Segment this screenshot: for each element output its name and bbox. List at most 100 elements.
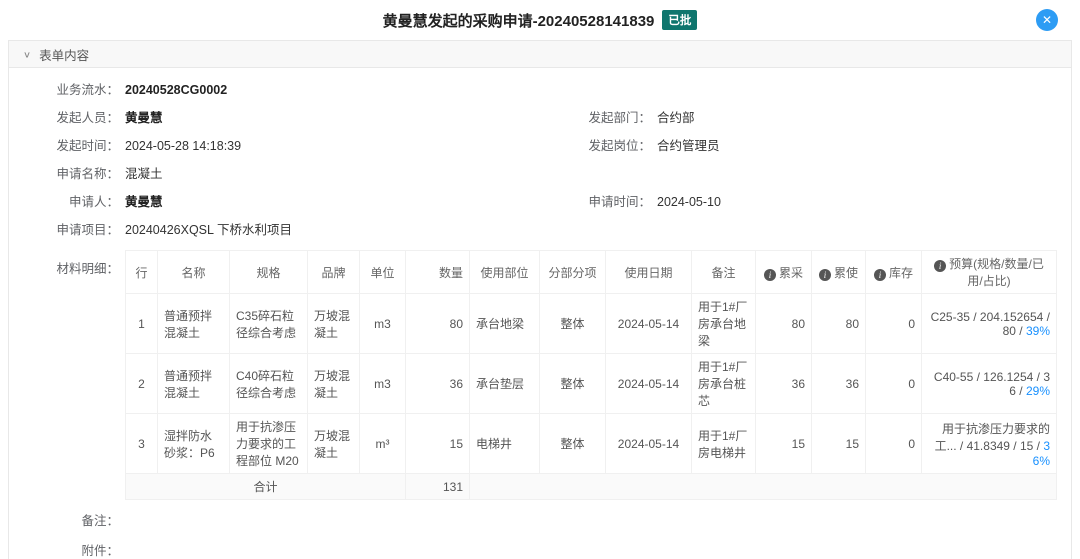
form-body: 业务流水： 20240528CG0002 发起人员： 黄曼慧 发起部门： 合约部… — [9, 68, 1071, 559]
info-icon: i — [873, 268, 886, 281]
cell-spec: C40碎石粒径综合考虑 — [229, 353, 308, 414]
field-value-init-time: 2024-05-28 14:18:39 — [125, 139, 242, 153]
field-apply-time: 申请时间： 2024-05-10 — [546, 194, 1071, 210]
cell-remark: 用于1#厂房承台桩芯 — [691, 353, 756, 414]
field-value-applicant: 黄曼慧 — [125, 195, 163, 209]
info-icon: i — [818, 268, 831, 281]
materials-table: 行 名称 规格 品牌 单位 数量 使用部位 分部分项 使用日期 备注 i 累采 i… — [125, 250, 1057, 500]
cell-name: 湿拌防水砂浆：P6 — [157, 413, 230, 474]
cell-use-part: 承台地梁 — [469, 293, 540, 354]
field-label-project: 申请项目： — [56, 223, 119, 237]
cell-cum-purchased: 15 — [755, 413, 812, 474]
col-budget: i 预算(规格/数量/已用/占比) — [921, 250, 1057, 294]
total-qty: 131 — [405, 473, 470, 500]
cell-use-date: 2024-05-14 — [605, 293, 692, 354]
form-panel: ∨ 表单内容 业务流水： 20240528CG0002 发起人员： 黄曼慧 发起… — [8, 40, 1072, 559]
field-initiator: 发起人员： 黄曼慧 — [9, 110, 546, 126]
budget-percent: 39% — [1025, 323, 1050, 338]
field-label-apply-time: 申请时间： — [588, 195, 651, 209]
material-row: 3 湿拌防水砂浆：P6 用于抗渗压力要求的工程部位 M20 万坡混凝土 m³ 1… — [125, 413, 1057, 474]
col-use-part: 使用部位 — [469, 250, 540, 294]
col-name: 名称 — [157, 250, 230, 294]
field-value-initiator: 黄曼慧 — [125, 111, 163, 125]
cell-cum-used: 80 — [811, 293, 866, 354]
info-icon: i — [763, 268, 776, 281]
col-use-date: 使用日期 — [605, 250, 692, 294]
field-init-time: 发起时间： 2024-05-28 14:18:39 — [9, 138, 546, 154]
cell-brand: 万坡混凝土 — [307, 293, 360, 354]
materials-total-row: 合计 131 — [125, 473, 1057, 500]
cell-name: 普通预拌混凝土 — [157, 293, 230, 354]
cell-use-date: 2024-05-14 — [605, 413, 692, 474]
remark-label: 备注： — [81, 514, 119, 528]
remark-row: 备注： — [9, 510, 1071, 529]
cell-use-part: 电梯井 — [469, 413, 540, 474]
col-row: 行 — [125, 250, 158, 294]
field-label-biz-no: 业务流水： — [56, 83, 119, 97]
col-spec: 规格 — [229, 250, 308, 294]
section-toggle-form-content[interactable]: ∨ 表单内容 — [9, 40, 1071, 68]
col-remark: 备注 — [691, 250, 756, 294]
cell-cum-used: 36 — [811, 353, 866, 414]
total-label: 合计 — [125, 473, 406, 500]
col-unit: 单位 — [359, 250, 406, 294]
cell-row: 3 — [125, 413, 158, 474]
col-cum-used: i 累使 — [811, 250, 866, 294]
cell-unit: m3 — [359, 293, 406, 354]
material-row: 1 普通预拌混凝土 C35碎石粒径综合考虑 万坡混凝土 m3 80 承台地梁 整… — [125, 293, 1057, 354]
material-row: 2 普通预拌混凝土 C40碎石粒径综合考虑 万坡混凝土 m3 36 承台垫层 整… — [125, 353, 1057, 414]
cell-stock: 0 — [865, 413, 922, 474]
cell-brand: 万坡混凝土 — [307, 413, 360, 474]
field-label-apply-name: 申请名称： — [56, 167, 119, 181]
field-value-init-post: 合约管理员 — [657, 139, 720, 153]
cell-row: 2 — [125, 353, 158, 414]
field-label-initiator: 发起人员： — [56, 111, 119, 125]
page-title: 黄曼慧发起的采购申请-20240528141839 — [382, 12, 655, 30]
close-button[interactable]: ✕ — [1036, 9, 1058, 31]
materials-section: 材料明细： 行 名称 规格 品牌 单位 数量 使用部位 分部分项 使用日期 备注… — [9, 250, 1071, 500]
col-cum-purchased: i 累采 — [755, 250, 812, 294]
col-qty: 数量 — [405, 250, 470, 294]
status-badge: 已批 — [662, 10, 698, 30]
attachment-label: 附件： — [81, 544, 119, 558]
cell-subsection: 整体 — [539, 353, 606, 414]
cell-unit: m³ — [359, 413, 406, 474]
cell-stock: 0 — [865, 353, 922, 414]
col-brand: 品牌 — [307, 250, 360, 294]
cell-cum-used: 15 — [811, 413, 866, 474]
cell-qty: 80 — [405, 293, 470, 354]
cell-qty: 36 — [405, 353, 470, 414]
cell-unit: m3 — [359, 353, 406, 414]
cell-budget: C25-35 / 204.152654 / 80 / 39% — [921, 293, 1057, 354]
cell-budget: C40-55 / 126.1254 / 36 / 29% — [921, 353, 1057, 414]
field-init-post: 发起岗位： 合约管理员 — [546, 138, 1071, 154]
field-project: 申请项目： 20240426XQSL 下桥水利项目 — [9, 222, 546, 238]
cell-row: 1 — [125, 293, 158, 354]
field-label-init-post: 发起岗位： — [588, 139, 651, 153]
cell-budget: 用于抗渗压力要求的工... / 41.8349 / 15 / 36% — [921, 413, 1057, 474]
cell-subsection: 整体 — [539, 293, 606, 354]
section-title: 表单内容 — [39, 48, 90, 63]
field-init-dept: 发起部门： 合约部 — [546, 110, 1071, 126]
cell-qty: 15 — [405, 413, 470, 474]
field-value-apply-time: 2024-05-10 — [657, 195, 721, 209]
materials-label: 材料明细： — [56, 262, 119, 276]
budget-percent: 29% — [1025, 383, 1050, 398]
cell-brand: 万坡混凝土 — [307, 353, 360, 414]
field-value-biz-no: 20240528CG0002 — [125, 83, 228, 97]
cell-spec: 用于抗渗压力要求的工程部位 M20 — [229, 413, 308, 474]
col-stock: i 库存 — [865, 250, 922, 294]
field-label-init-dept: 发起部门： — [588, 111, 651, 125]
materials-header-row: 行 名称 规格 品牌 单位 数量 使用部位 分部分项 使用日期 备注 i 累采 i… — [125, 250, 1057, 294]
field-value-init-dept: 合约部 — [657, 111, 695, 125]
info-icon: i — [934, 260, 947, 272]
cell-remark: 用于1#厂房电梯井 — [691, 413, 756, 474]
dialog-titlebar: 黄曼慧发起的采购申请-20240528141839 已批 ✕ — [0, 0, 1080, 40]
cell-spec: C35碎石粒径综合考虑 — [229, 293, 308, 354]
field-label-applicant: 申请人： — [68, 195, 119, 209]
field-value-apply-name: 混凝土 — [125, 167, 163, 181]
cell-use-part: 承台垫层 — [469, 353, 540, 414]
close-icon: ✕ — [1041, 13, 1053, 27]
cell-subsection: 整体 — [539, 413, 606, 474]
field-value-project: 20240426XQSL 下桥水利项目 — [125, 223, 292, 237]
